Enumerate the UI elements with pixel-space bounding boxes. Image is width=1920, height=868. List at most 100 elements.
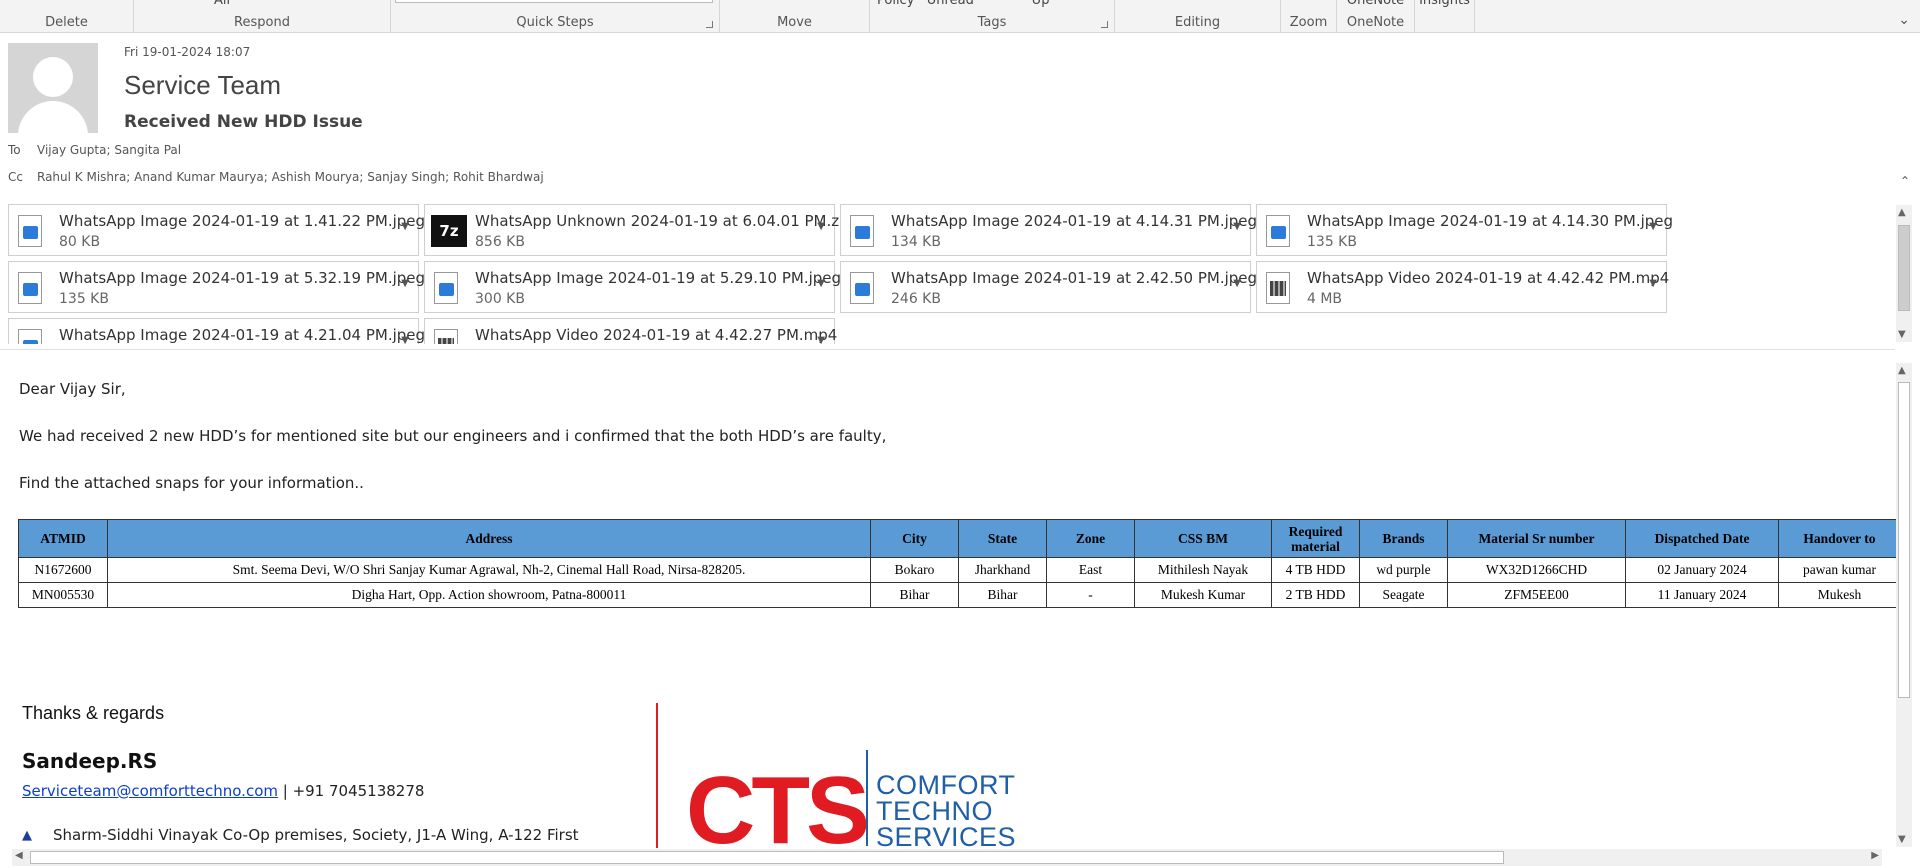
body-line-1: We had received 2 new HDD’s for mentione… — [19, 427, 887, 445]
chevron-down-icon[interactable]: ▼ — [1233, 278, 1241, 289]
scroll-down-icon[interactable]: ▼ — [1898, 329, 1906, 340]
table-cell: Mukesh — [1778, 582, 1901, 608]
ribbon-group-label: Delete — [45, 15, 88, 30]
chevron-down-icon[interactable]: ▼ — [401, 335, 409, 344]
cc-label: Cc — [8, 170, 23, 184]
attachment-item[interactable]: WhatsApp Video 2024-01-19 at 4.42.42 PM.… — [1256, 261, 1670, 313]
video-file-icon — [434, 329, 458, 344]
attachment-size: 135 KB — [1307, 234, 1357, 250]
scrollbar-thumb[interactable] — [1898, 225, 1910, 311]
body-line-2: Find the attached snaps for your informa… — [19, 474, 364, 492]
quick-steps-gallery[interactable] — [395, 0, 713, 3]
ribbon-group-tags[interactable]: Policy Unread Up Tags — [870, 0, 1115, 33]
editing-cut-label: ~ — [1115, 0, 1280, 4]
chevron-down-icon[interactable]: ▼ — [1649, 221, 1657, 232]
chevron-down-icon[interactable]: ▼ — [401, 278, 409, 289]
ribbon-group-respond[interactable]: All Respond — [134, 0, 391, 33]
table-header: Address — [107, 519, 871, 558]
attachment-name: WhatsApp Image 2024-01-19 at 4.14.31 PM.… — [891, 212, 1258, 230]
ribbon-group-insights[interactable]: Insights — [1415, 0, 1475, 33]
image-file-icon — [434, 272, 458, 304]
ribbon-bar: Delete All Respond Quick Steps Move Poli… — [0, 0, 1920, 33]
header-divider — [0, 349, 1895, 350]
table-cell: Bihar — [958, 582, 1047, 608]
image-file-icon — [1266, 215, 1290, 247]
ribbon-group-zoom[interactable]: Zoom — [1281, 0, 1337, 33]
chevron-down-icon[interactable]: ▼ — [817, 221, 825, 232]
table-cell: 02 January 2024 — [1625, 557, 1779, 583]
scrollbar-thumb[interactable] — [1898, 382, 1910, 698]
ribbon-group-onenote[interactable]: OneNote OneNote — [1337, 0, 1415, 33]
table-cell: Digha Hart, Opp. Action showroom, Patna-… — [107, 582, 871, 608]
to-recipients[interactable]: Vijay Gupta; Sangita Pal — [37, 143, 181, 157]
attachment-size: 246 KB — [891, 291, 941, 307]
attachment-name: WhatsApp Unknown 2024-01-19 at 6.04.01 P… — [475, 212, 853, 230]
signature-email-link[interactable]: Serviceteam@comforttechno.com — [22, 782, 278, 800]
collapse-header-icon[interactable]: ⌃ — [1900, 174, 1910, 188]
table-cell: WX32D1266CHD — [1447, 557, 1626, 583]
attachments-scrollbar[interactable]: ▲ ▼ — [1896, 205, 1912, 342]
attachment-item[interactable]: WhatsApp Image 2024-01-19 at 4.21.04 PM.… — [8, 318, 425, 344]
body-horizontal-scrollbar[interactable]: ◀ ▶ — [12, 849, 1882, 866]
video-file-icon — [1266, 272, 1290, 304]
table-cell: 2 TB HDD — [1271, 582, 1360, 608]
table-cell: pawan kumar — [1778, 557, 1901, 583]
chevron-down-icon[interactable]: ▼ — [401, 221, 409, 232]
attachment-size: 135 KB — [59, 291, 109, 307]
signature-contact: Serviceteam@comforttechno.com | +91 7045… — [22, 782, 424, 800]
collapse-ribbon-icon[interactable]: ⌄ — [1898, 12, 1910, 28]
ribbon-group-editing[interactable]: ~ Editing — [1115, 0, 1281, 33]
chevron-down-icon[interactable]: ▼ — [817, 335, 825, 344]
chevron-down-icon[interactable]: ▼ — [1649, 278, 1657, 289]
scroll-up-icon[interactable]: ▲ — [1898, 207, 1906, 218]
reply-all-label[interactable]: All — [94, 0, 350, 8]
scroll-left-icon[interactable]: ◀ — [15, 850, 23, 861]
scroll-right-icon[interactable]: ▶ — [1871, 850, 1879, 861]
ribbon-group-move[interactable]: Move — [720, 0, 870, 33]
attachment-item[interactable]: WhatsApp Video 2024-01-19 at 4.42.27 PM.… — [424, 318, 837, 344]
location-pin-icon: ▲ — [22, 828, 32, 843]
chevron-down-icon[interactable]: ▼ — [1233, 221, 1241, 232]
tags-launcher-icon[interactable] — [1101, 21, 1108, 28]
attachment-name: WhatsApp Image 2024-01-19 at 4.14.30 PM.… — [1307, 212, 1674, 230]
signature-divider — [656, 703, 658, 848]
onenote-button-label[interactable]: OneNote — [1337, 0, 1414, 8]
table-cell: East — [1046, 557, 1135, 583]
signature-address: Sharm-Siddhi Vinayak Co-Op premises, Soc… — [53, 826, 579, 844]
table-header: Handover to — [1778, 519, 1901, 558]
table-header: Dispatched Date — [1625, 519, 1779, 558]
attachment-item[interactable]: WhatsApp Image 2024-01-19 at 5.32.19 PM.… — [8, 261, 425, 313]
ribbon-group-quick-steps[interactable]: Quick Steps — [391, 0, 720, 33]
table-header: State — [958, 519, 1047, 558]
attachment-name: WhatsApp Video 2024-01-19 at 4.42.42 PM.… — [1307, 269, 1670, 287]
scroll-up-icon[interactable]: ▲ — [1898, 365, 1906, 376]
attachment-item[interactable]: 7z WhatsApp Unknown 2024-01-19 at 6.04.0… — [424, 204, 853, 256]
ribbon-group-label: Quick Steps — [516, 15, 594, 30]
ribbon-group-label: OneNote — [1346, 15, 1405, 30]
table-cell: 4 TB HDD — [1271, 557, 1360, 583]
cc-recipients[interactable]: Rahul K Mishra; Anand Kumar Maurya; Ashi… — [37, 170, 544, 184]
table-header: Zone — [1046, 519, 1135, 558]
insights-button-label[interactable]: Insights — [1415, 0, 1474, 8]
table-header: City — [870, 519, 959, 558]
table-cell: 11 January 2024 — [1625, 582, 1779, 608]
table-cell: Smt. Seema Devi, W/O Shri Sanjay Kumar A… — [107, 557, 871, 583]
sender-name[interactable]: Service Team — [124, 70, 281, 101]
table-cell: MN005530 — [18, 582, 108, 608]
attachment-item[interactable]: WhatsApp Image 2024-01-19 at 5.29.10 PM.… — [424, 261, 841, 313]
chevron-down-icon[interactable]: ▼ — [817, 278, 825, 289]
attachment-item[interactable]: WhatsApp Image 2024-01-19 at 4.14.31 PM.… — [840, 204, 1257, 256]
attachment-item[interactable]: WhatsApp Image 2024-01-19 at 2.42.50 PM.… — [840, 261, 1257, 313]
hdd-issue-table: ATMID Address City State Zone CSS BM Req… — [18, 519, 1901, 608]
image-file-icon — [850, 215, 874, 247]
attachment-item[interactable]: WhatsApp Image 2024-01-19 at 1.41.22 PM.… — [8, 204, 425, 256]
attachment-item[interactable]: WhatsApp Image 2024-01-19 at 4.14.30 PM.… — [1256, 204, 1673, 256]
quick-steps-launcher-icon[interactable] — [706, 21, 713, 28]
scrollbar-thumb[interactable] — [30, 851, 1504, 864]
logo-line-3: SERVICES — [876, 822, 1017, 852]
to-label: To — [8, 143, 21, 157]
scroll-down-icon[interactable]: ▼ — [1898, 834, 1906, 845]
image-file-icon — [18, 272, 42, 304]
tags-cut-labels[interactable]: Policy Unread Up — [877, 0, 1121, 8]
body-vertical-scrollbar[interactable]: ▲ ▼ — [1896, 363, 1912, 847]
